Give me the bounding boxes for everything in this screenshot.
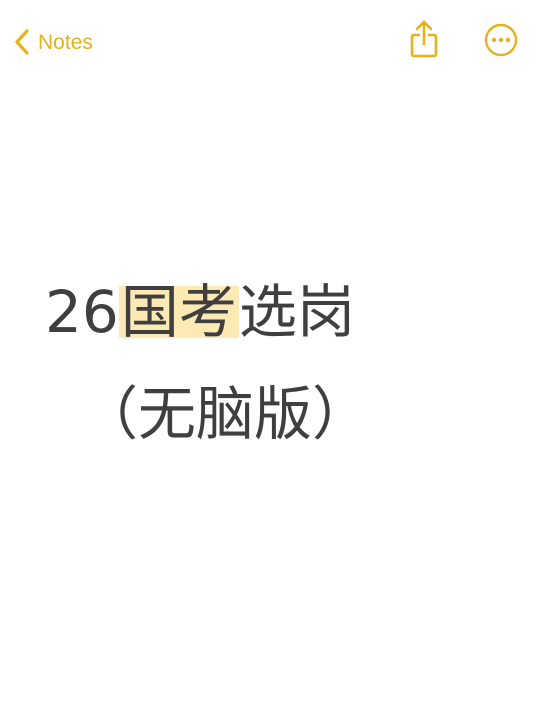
ellipsis-circle-icon: [482, 23, 520, 63]
share-button[interactable]: [405, 18, 443, 60]
title-suffix: 选岗: [238, 278, 355, 346]
back-label: Notes: [38, 30, 93, 54]
title-prefix: 26: [45, 278, 119, 346]
chevron-left-icon: [14, 28, 30, 56]
title-highlight: 国考: [118, 278, 239, 346]
share-icon: [405, 20, 443, 64]
note-subtitle: （无脑版）: [80, 380, 371, 448]
navigation-bar: Notes: [0, 0, 540, 84]
back-button[interactable]: Notes: [14, 24, 93, 60]
more-button[interactable]: [482, 21, 520, 59]
note-body[interactable]: 26国考选岗 （无脑版）: [0, 84, 540, 720]
note-title: 26国考选岗: [45, 276, 355, 348]
